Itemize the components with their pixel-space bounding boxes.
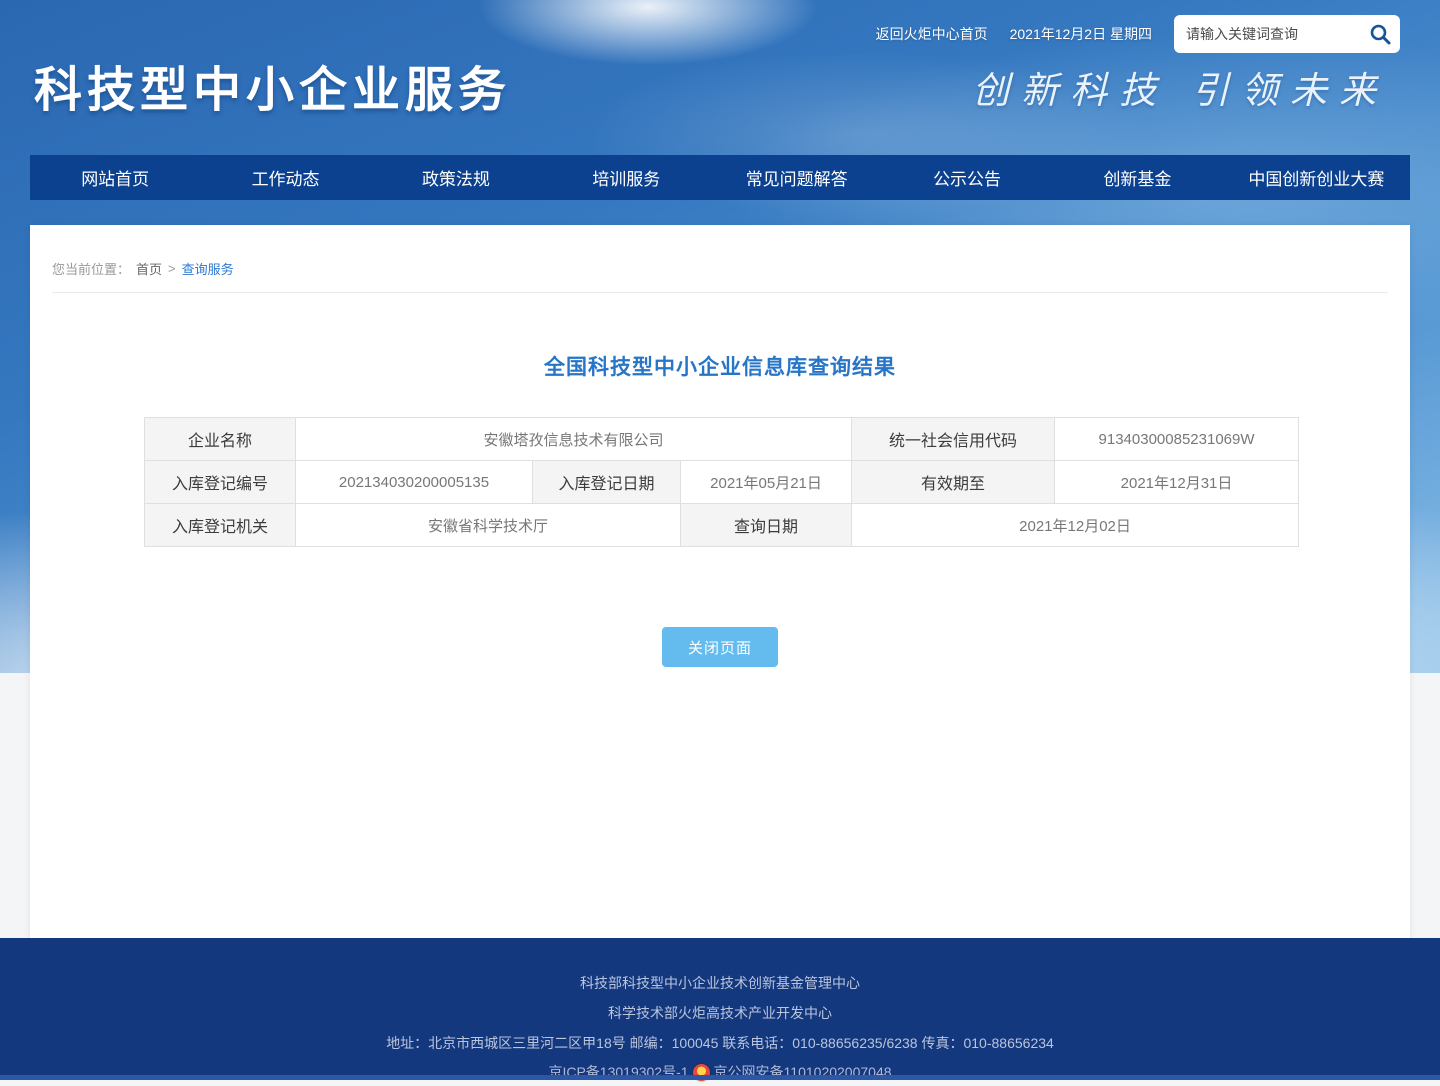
- footer-org-line2: 科学技术部火炬高技术产业开发中心: [0, 998, 1440, 1028]
- company-name-label: 企业名称: [145, 418, 296, 461]
- icp-license-link[interactable]: 京ICP备13019302号-1: [548, 1058, 688, 1086]
- close-page-button[interactable]: 关闭页面: [662, 627, 778, 667]
- table-row: 企业名称 安徽塔孜信息技术有限公司 统一社会信用代码 9134030008523…: [145, 418, 1299, 461]
- main-navigation: 网站首页 工作动态 政策法规 培训服务 常见问题解答 公示公告 创新基金 中国创…: [30, 155, 1410, 200]
- breadcrumb-prefix: 您当前位置：: [52, 259, 130, 278]
- breadcrumb-separator: >: [168, 261, 176, 276]
- site-logo: 科技型中小企业服务: [34, 50, 511, 120]
- reg-date-value: 2021年05月21日: [681, 461, 852, 504]
- current-date: 2021年12月2日 星期四: [1010, 24, 1152, 44]
- nav-item-training[interactable]: 培训服务: [541, 155, 711, 200]
- reg-date-label: 入库登记日期: [533, 461, 681, 504]
- page-title: 全国科技型中小企业信息库查询结果: [30, 351, 1410, 381]
- nav-item-innovation-fund[interactable]: 创新基金: [1052, 155, 1222, 200]
- nav-item-faq[interactable]: 常见问题解答: [712, 155, 882, 200]
- footer-contact-line: 地址：北京市西城区三里河二区甲18号 邮编：100045 联系电话：010-88…: [0, 1028, 1440, 1058]
- reg-agency-value: 安徽省科学技术厅: [296, 504, 681, 547]
- breadcrumb-home-link[interactable]: 首页: [136, 259, 162, 278]
- breadcrumb-current-link[interactable]: 查询服务: [182, 259, 234, 278]
- nav-item-announcements[interactable]: 公示公告: [882, 155, 1052, 200]
- reg-agency-label: 入库登记机关: [145, 504, 296, 547]
- credit-code-label: 统一社会信用代码: [852, 418, 1055, 461]
- valid-until-label: 有效期至: [852, 461, 1055, 504]
- reg-number-value: 202134030200005135: [296, 461, 533, 504]
- table-row: 入库登记编号 202134030200005135 入库登记日期 2021年05…: [145, 461, 1299, 504]
- main-panel: 您当前位置： 首页 > 查询服务 全国科技型中小企业信息库查询结果 企业名称 安…: [30, 225, 1410, 938]
- return-torch-home-link[interactable]: 返回火炬中心首页: [876, 24, 988, 44]
- query-result-table: 企业名称 安徽塔孜信息技术有限公司 统一社会信用代码 9134030008523…: [144, 417, 1299, 547]
- search-icon[interactable]: [1368, 22, 1392, 46]
- footer-bottom-strip: [0, 1075, 1440, 1080]
- search-input[interactable]: [1186, 26, 1368, 42]
- query-date-value: 2021年12月02日: [852, 504, 1299, 547]
- company-name-value: 安徽塔孜信息技术有限公司: [296, 418, 852, 461]
- breadcrumb: 您当前位置： 首页 > 查询服务: [30, 225, 1410, 278]
- site-footer: 科技部科技型中小企业技术创新基金管理中心 科学技术部火炬高技术产业开发中心 地址…: [0, 938, 1440, 1080]
- nav-item-home[interactable]: 网站首页: [30, 155, 200, 200]
- reg-number-label: 入库登记编号: [145, 461, 296, 504]
- nav-item-policies[interactable]: 政策法规: [371, 155, 541, 200]
- breadcrumb-divider: [52, 292, 1388, 293]
- query-date-label: 查询日期: [681, 504, 852, 547]
- table-row: 入库登记机关 安徽省科学技术厅 查询日期 2021年12月02日: [145, 504, 1299, 547]
- credit-code-value: 91340300085231069W: [1055, 418, 1299, 461]
- police-registration-link[interactable]: 京公网安备11010202007048: [714, 1058, 892, 1086]
- nav-item-work-news[interactable]: 工作动态: [200, 155, 370, 200]
- site-slogan: 创新科技 引领未来: [972, 60, 1388, 114]
- valid-until-value: 2021年12月31日: [1055, 461, 1299, 504]
- site-header: 返回火炬中心首页 2021年12月2日 星期四 科技型中小企业服务 创新科技 引…: [0, 0, 1440, 155]
- footer-org-line1: 科技部科技型中小企业技术创新基金管理中心: [0, 968, 1440, 998]
- nav-item-innovation-contest[interactable]: 中国创新创业大赛: [1223, 155, 1410, 200]
- search-box: [1174, 15, 1400, 53]
